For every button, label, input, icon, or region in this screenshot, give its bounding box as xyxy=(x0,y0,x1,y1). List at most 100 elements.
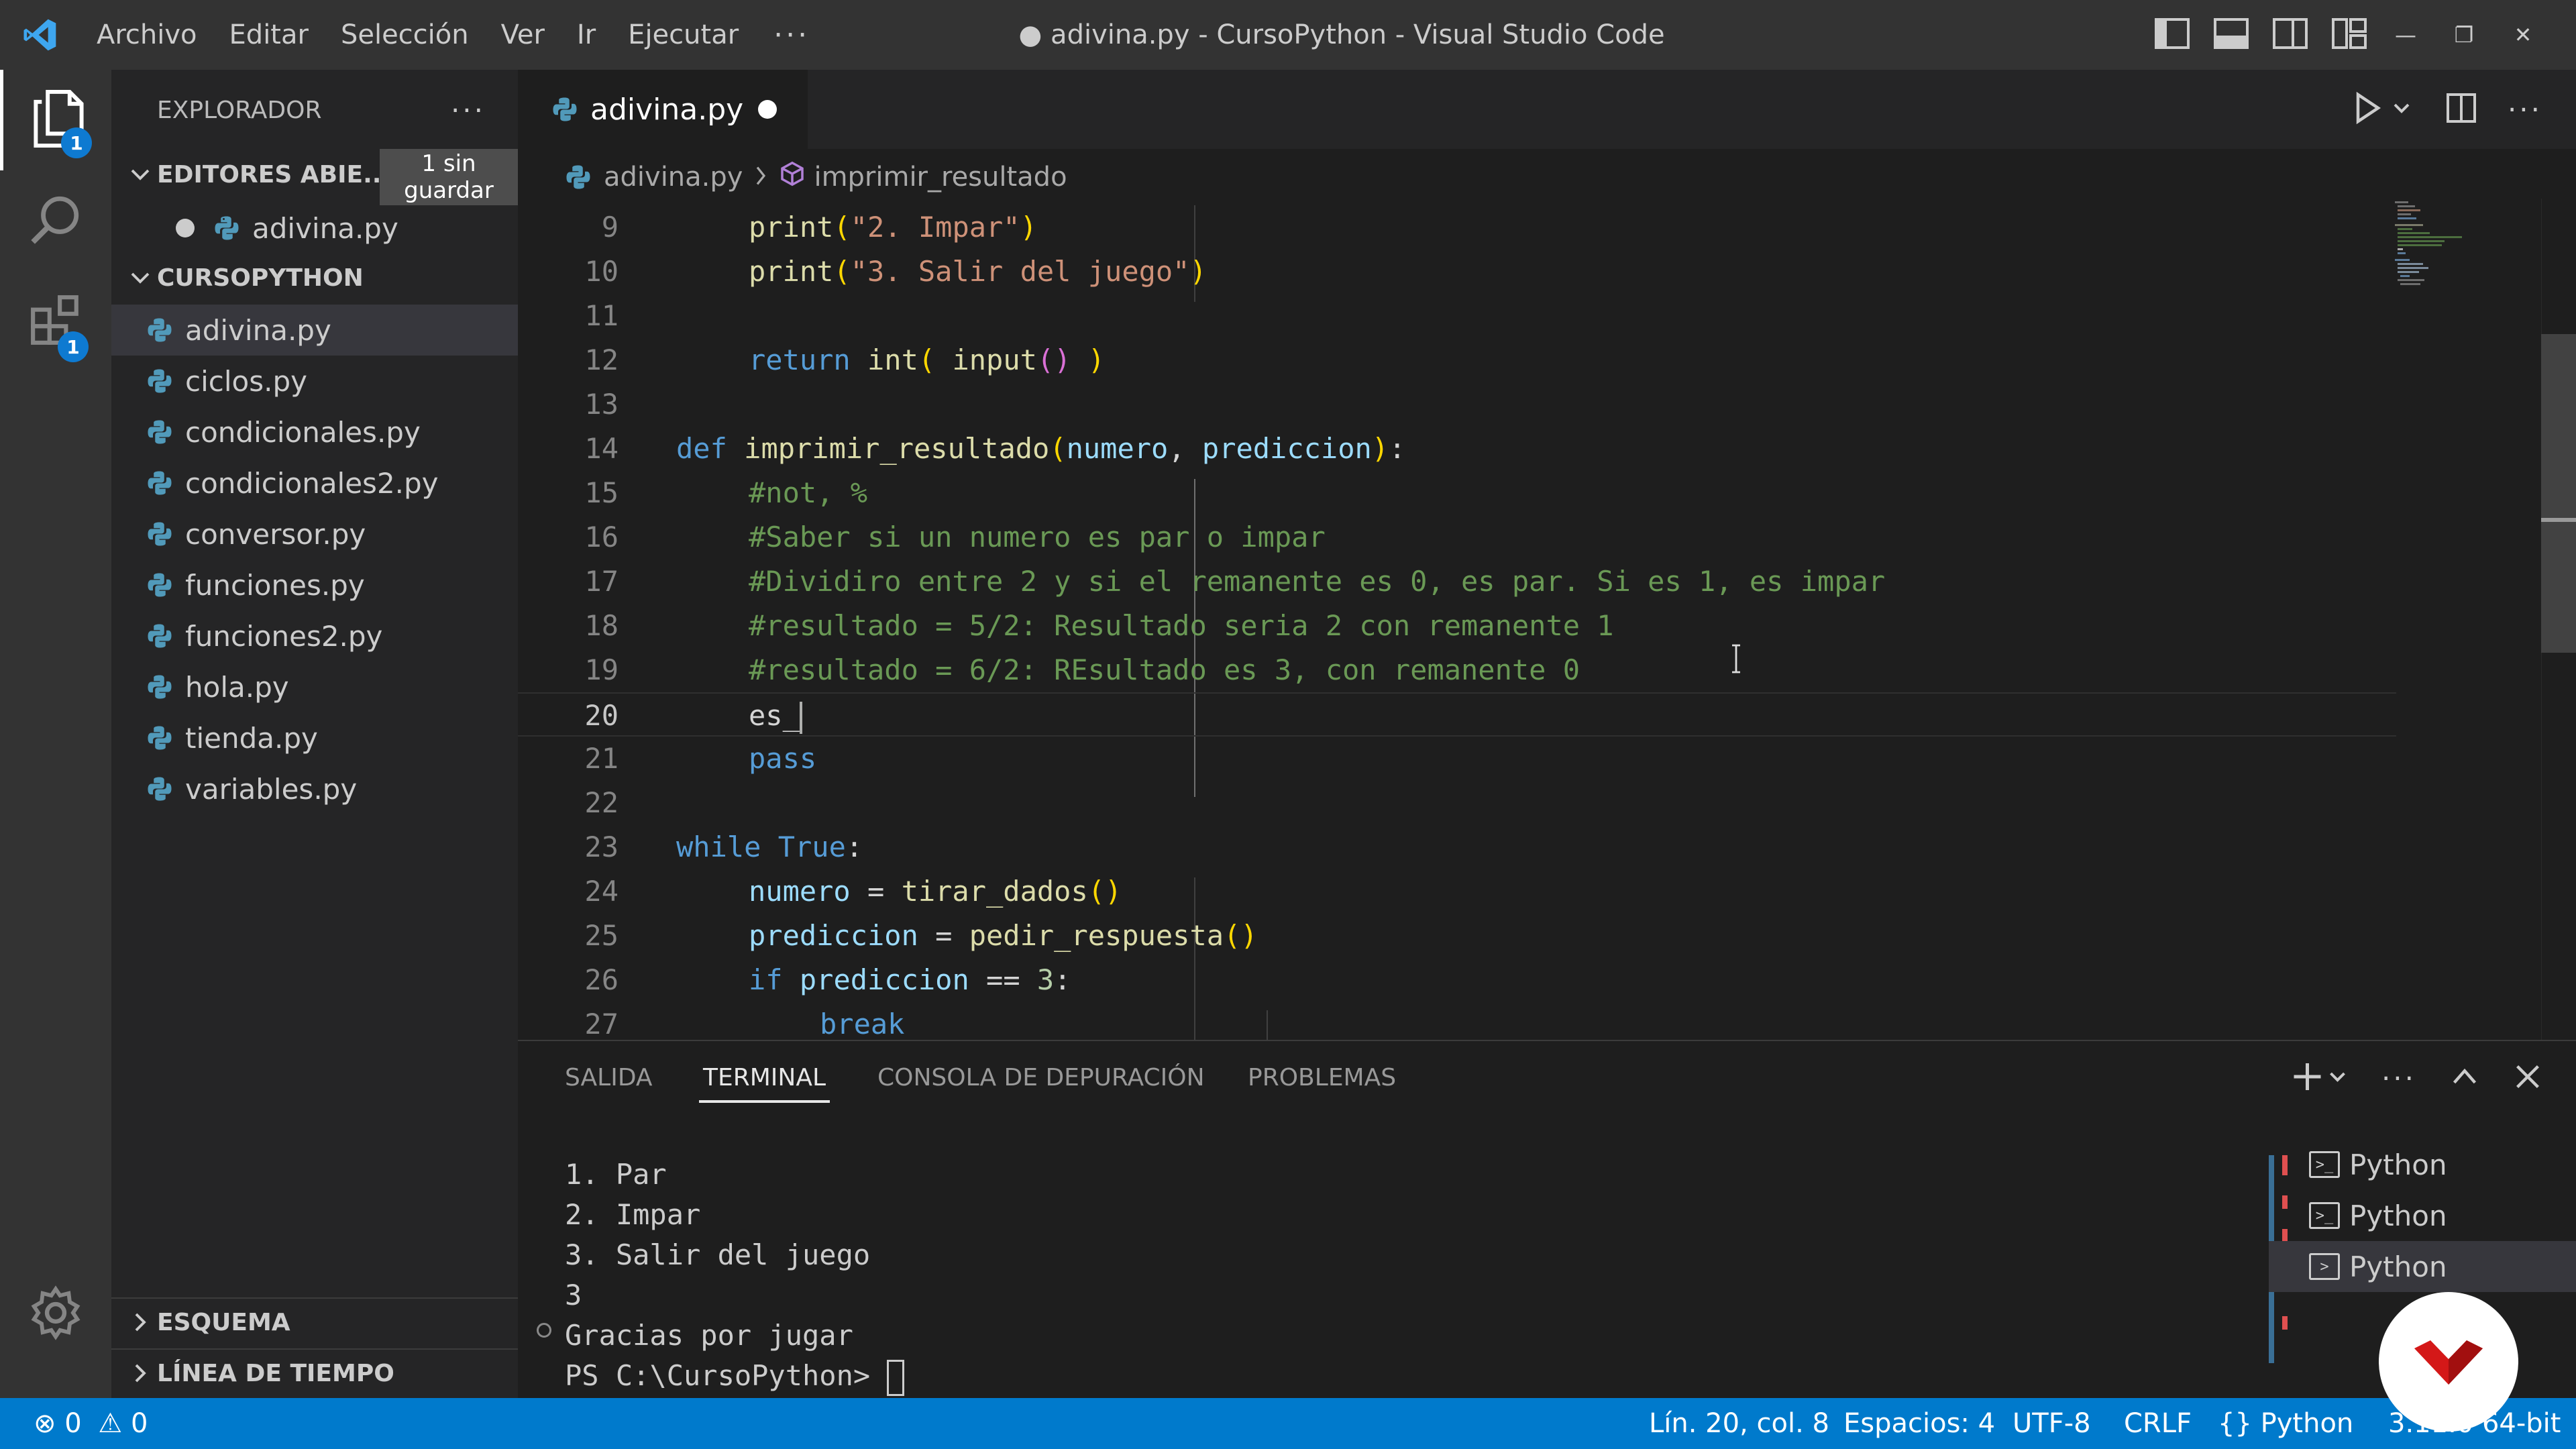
code-line: 17 #Dividiro entre 2 y si el remanente es… xyxy=(584,565,1886,598)
editor-tabs-bar: adivina.py ··· xyxy=(518,70,2576,149)
language-status[interactable]: {} Python xyxy=(2218,1398,2353,1449)
file-name: adivina.py xyxy=(185,313,331,347)
terminal-icon: >_ xyxy=(2309,1202,2340,1229)
file-name: funciones2.py xyxy=(185,619,383,653)
editor-scrollbar-thumb[interactable] xyxy=(2541,334,2576,653)
tab-salida[interactable]: SALIDA xyxy=(565,1041,653,1115)
file-name: funciones.py xyxy=(185,568,365,602)
problems-status[interactable]: ⊗ 0 ⚠ 0 xyxy=(34,1398,148,1449)
sidebar-header: EXPLORADOR ··· xyxy=(111,70,518,150)
code-line: 10 print("3. Salir del juego") xyxy=(584,255,1207,288)
tab-terminal[interactable]: TERMINAL xyxy=(698,1041,830,1115)
chevron-down-icon xyxy=(123,254,157,302)
title-bar: Archivo Editar Selección Ver Ir Ejecutar… xyxy=(0,0,2576,70)
file-item-condicionales[interactable]: condicionales.py xyxy=(111,407,518,458)
tab-adivina[interactable]: adivina.py xyxy=(518,70,808,149)
python-file-icon xyxy=(146,674,173,700)
code-line: 11 xyxy=(584,299,619,332)
menu-editar[interactable]: Editar xyxy=(213,0,325,70)
terminal-output-line: Gracias por jugar xyxy=(565,1319,853,1352)
split-editor-icon[interactable] xyxy=(2445,91,2478,127)
restore-icon[interactable]: ❐ xyxy=(2454,22,2474,48)
menu-seleccion[interactable]: Selección xyxy=(325,0,485,70)
explorer-activity-button[interactable]: 1 xyxy=(0,70,111,170)
close-window-icon[interactable]: ✕ xyxy=(2513,22,2533,48)
panel-more-icon[interactable]: ··· xyxy=(2381,1062,2416,1095)
file-item-adivina[interactable]: adivina.py xyxy=(111,305,518,356)
terminal-item-3[interactable]: > Python xyxy=(2269,1241,2576,1292)
toggle-panel-icon[interactable] xyxy=(2212,17,2250,53)
extensions-activity-button[interactable]: 1 xyxy=(0,271,111,372)
file-name: conversor.py xyxy=(185,517,366,551)
code-line: 9 print("2. Impar") xyxy=(601,211,1037,244)
minimap[interactable] xyxy=(2395,199,2462,292)
customize-layout-icon[interactable] xyxy=(2330,17,2368,53)
file-item-conversor[interactable]: conversor.py xyxy=(111,508,518,559)
minimize-icon[interactable]: — xyxy=(2395,22,2416,48)
file-name: condicionales2.py xyxy=(185,466,439,500)
search-activity-button[interactable] xyxy=(0,170,111,271)
file-name: variables.py xyxy=(185,772,358,806)
file-item-funciones2[interactable]: funciones2.py xyxy=(111,610,518,661)
terminal-item-1[interactable]: >_ Python xyxy=(2269,1139,2576,1190)
eol-status[interactable]: CRLF xyxy=(2124,1398,2192,1449)
unsaved-dot-icon[interactable] xyxy=(758,100,777,119)
cursor-position-status[interactable]: Lín. 20, col. 8 xyxy=(1649,1398,1829,1449)
code-line: 24 numero = tirar_dados() xyxy=(584,875,1122,908)
gear-icon xyxy=(28,1285,84,1344)
explorer-badge: 1 xyxy=(61,127,92,158)
chevron-down-icon xyxy=(123,150,157,199)
manage-activity-button[interactable] xyxy=(0,1264,111,1364)
close-panel-icon[interactable] xyxy=(2513,1062,2542,1094)
timeline-section[interactable]: LÍNEA DE TIEMPO xyxy=(111,1348,518,1397)
file-item-hola[interactable]: hola.py xyxy=(111,661,518,712)
command-decoration-icon[interactable] xyxy=(537,1323,551,1338)
code-line: 16 #Saber si un numero es par o impar xyxy=(584,521,1326,553)
menu-ver[interactable]: Ver xyxy=(485,0,561,70)
indentation-status[interactable]: Espacios: 4 xyxy=(1843,1398,1995,1449)
menu-more-button[interactable]: ··· xyxy=(755,18,828,52)
terminal-output-line: 3 xyxy=(565,1279,582,1311)
python-file-icon xyxy=(146,775,173,802)
encoding-status[interactable]: UTF-8 xyxy=(2012,1398,2091,1449)
terminal-prompt-line[interactable]: PS C:\CursoPython> xyxy=(565,1359,905,1396)
toggle-primary-sidebar-icon[interactable] xyxy=(2153,17,2191,53)
code-line: 25 prediccion = pedir_respuesta() xyxy=(584,919,1258,952)
editor-more-icon[interactable]: ··· xyxy=(2508,93,2542,126)
new-terminal-icon[interactable] xyxy=(2290,1060,2348,1096)
file-name: hola.py xyxy=(185,670,289,704)
outline-section[interactable]: ESQUEMA xyxy=(111,1297,518,1346)
terminal-item-2[interactable]: >_ Python xyxy=(2269,1190,2576,1241)
tab-consola-depuracion[interactable]: CONSOLA DE DEPURACIÓN xyxy=(877,1041,1205,1115)
maximize-panel-icon[interactable] xyxy=(2450,1062,2479,1094)
menu-archivo[interactable]: Archivo xyxy=(80,0,213,70)
open-editor-item[interactable]: adivina.py xyxy=(111,203,518,254)
breadcrumb-file[interactable]: adivina.py xyxy=(604,162,743,193)
python-file-icon xyxy=(551,96,578,123)
file-name: condicionales.py xyxy=(185,415,421,449)
file-item-condicionales2[interactable]: condicionales2.py xyxy=(111,458,518,508)
layout-controls xyxy=(2153,0,2368,70)
explorer-sidebar: EXPLORADOR ··· EDITORES ABIE... 1 sin gu… xyxy=(111,70,518,1398)
run-python-icon[interactable] xyxy=(2355,91,2415,127)
code-editor[interactable]: 9 print("2. Impar") 10 print("3. Salir del… xyxy=(518,205,2576,1040)
file-item-ciclos[interactable]: ciclos.py xyxy=(111,356,518,407)
braces-icon: {} xyxy=(2218,1408,2252,1439)
sidebar-more-button[interactable]: ··· xyxy=(451,94,486,127)
tab-problemas[interactable]: PROBLEMAS xyxy=(1248,1041,1396,1115)
timeline-label: LÍNEA DE TIEMPO xyxy=(157,1359,394,1387)
breadcrumb-symbol[interactable]: imprimir_resultado xyxy=(814,162,1067,193)
toggle-secondary-sidebar-icon[interactable] xyxy=(2271,17,2309,53)
menu-bar: Archivo Editar Selección Ver Ir Ejecutar… xyxy=(80,0,828,70)
menu-ejecutar[interactable]: Ejecutar xyxy=(612,0,755,70)
editor-actions: ··· xyxy=(2355,70,2542,149)
cursopython-folder-section[interactable]: CURSOPYTHON xyxy=(111,254,518,302)
menu-ir[interactable]: Ir xyxy=(561,0,612,70)
file-item-funciones[interactable]: funciones.py xyxy=(111,559,518,610)
file-item-variables[interactable]: variables.py xyxy=(111,763,518,814)
code-line: 26 if prediccion == 3: xyxy=(584,963,1071,996)
code-line: 23 while True: xyxy=(584,830,863,863)
window-controls: — ❐ ✕ xyxy=(2395,0,2533,70)
file-item-tienda[interactable]: tienda.py xyxy=(111,712,518,763)
code-line: 15 #not, % xyxy=(584,476,868,509)
